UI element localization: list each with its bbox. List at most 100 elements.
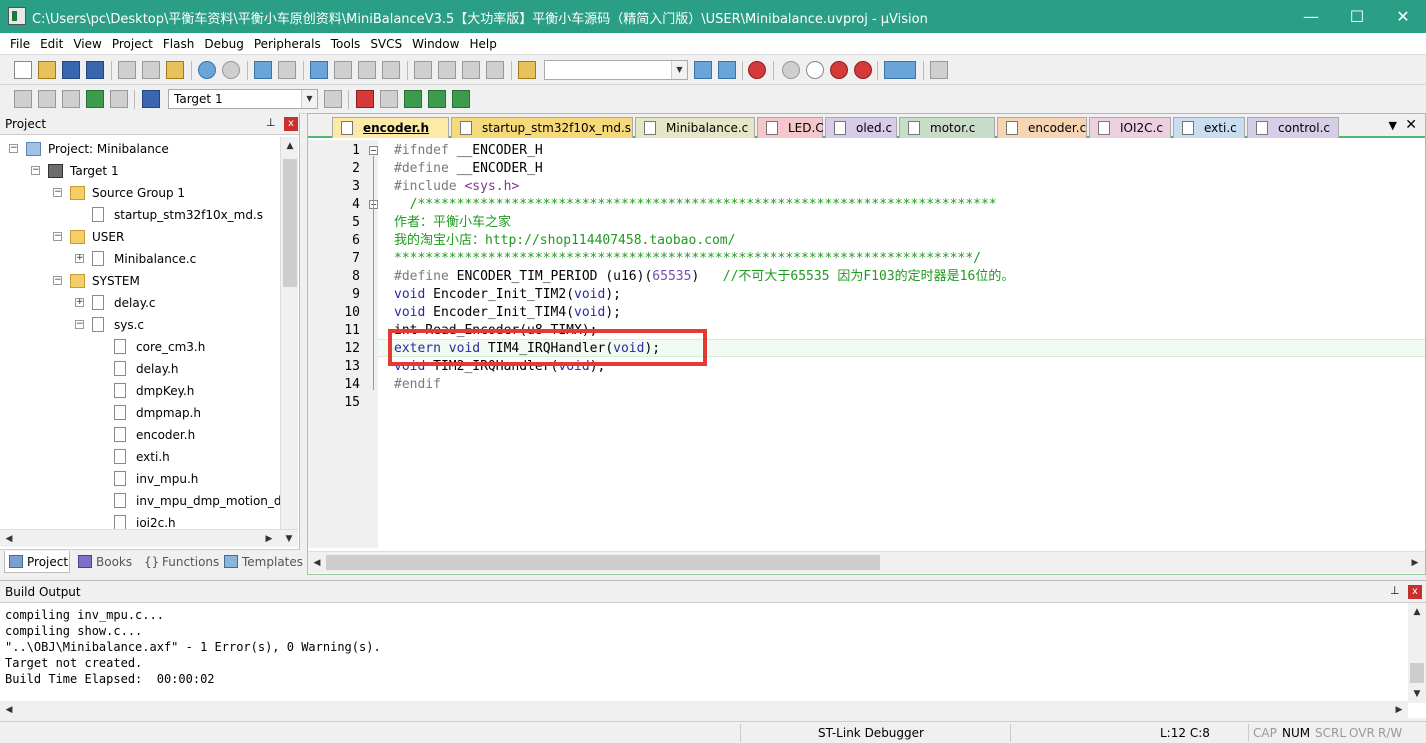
- project-tree-hscroll[interactable]: ◀ ▶ ▼: [0, 529, 298, 547]
- collapse-icon[interactable]: −: [31, 166, 40, 175]
- tab-project[interactable]: Project: [4, 551, 70, 573]
- menu-svcs[interactable]: SVCS: [365, 33, 407, 55]
- build-output-vscroll[interactable]: ▲ ▼: [1408, 603, 1426, 703]
- pin-icon[interactable]: ⊥: [266, 116, 276, 129]
- debug-session-icon[interactable]: [748, 61, 766, 79]
- undo-icon[interactable]: [198, 61, 216, 79]
- open-folder-icon[interactable]: [38, 61, 56, 79]
- scroll-up-icon[interactable]: ▲: [1408, 603, 1426, 621]
- batch-build-icon[interactable]: [86, 90, 104, 108]
- file-tab[interactable]: control.c: [1247, 117, 1339, 138]
- translate-icon[interactable]: [14, 90, 32, 108]
- file-tab[interactable]: encoder.c: [997, 117, 1087, 138]
- file-tab[interactable]: exti.c: [1173, 117, 1245, 138]
- paste-icon[interactable]: [166, 61, 184, 79]
- disable-breakpoints-icon[interactable]: [830, 61, 848, 79]
- scroll-left-icon[interactable]: ◀: [0, 701, 18, 719]
- tab-functions[interactable]: {} Functions: [140, 551, 219, 573]
- tab-books[interactable]: Books: [74, 551, 136, 573]
- expand-icon[interactable]: +: [75, 298, 84, 307]
- enable-breakpoint-icon[interactable]: [806, 61, 824, 79]
- target-options-icon[interactable]: [324, 90, 342, 108]
- manage-runtime-icon[interactable]: [428, 90, 446, 108]
- collapse-icon[interactable]: −: [53, 188, 62, 197]
- clear-bookmarks-icon[interactable]: [382, 61, 400, 79]
- menu-flash[interactable]: Flash: [158, 33, 199, 55]
- file-tab[interactable]: motor.c: [899, 117, 995, 138]
- menu-project[interactable]: Project: [107, 33, 158, 55]
- tab-templates[interactable]: Templates: [220, 551, 303, 573]
- scroll-down-icon[interactable]: ▼: [280, 530, 298, 548]
- indent-icon[interactable]: [414, 61, 432, 79]
- editor-hscroll[interactable]: ◀ ▶: [308, 551, 1425, 573]
- insert-breakpoint-icon[interactable]: [782, 61, 800, 79]
- menu-window[interactable]: Window: [407, 33, 464, 55]
- navigate-forward-icon[interactable]: [278, 61, 296, 79]
- close-tab-icon[interactable]: ✕: [1405, 117, 1417, 133]
- comment-icon[interactable]: [462, 61, 480, 79]
- new-file-icon[interactable]: [14, 61, 32, 79]
- rebuild-icon[interactable]: [62, 90, 80, 108]
- find-icon[interactable]: [694, 61, 712, 79]
- configure-wrench-icon[interactable]: [930, 61, 948, 79]
- menu-edit[interactable]: Edit: [35, 33, 68, 55]
- manage-project-items-icon[interactable]: [356, 90, 374, 108]
- build-output-text[interactable]: compiling inv_mpu.c... compiling show.c..…: [5, 607, 381, 687]
- incremental-find-icon[interactable]: [718, 61, 736, 79]
- file-tab[interactable]: LED.C: [757, 117, 824, 138]
- scroll-right-icon[interactable]: ▶: [1406, 554, 1424, 572]
- scroll-thumb[interactable]: [283, 159, 297, 287]
- target-select[interactable]: Target 1 ▼: [168, 89, 318, 109]
- menu-view[interactable]: View: [68, 33, 106, 55]
- file-tab[interactable]: Minibalance.c: [635, 117, 755, 138]
- window-layout-icon[interactable]: [884, 61, 916, 79]
- menu-tools[interactable]: Tools: [326, 33, 366, 55]
- previous-bookmark-icon[interactable]: [334, 61, 352, 79]
- file-tab[interactable]: encoder.h: [332, 117, 449, 138]
- cut-icon[interactable]: [118, 61, 136, 79]
- collapse-icon[interactable]: −: [9, 144, 18, 153]
- redo-icon[interactable]: [222, 61, 240, 79]
- scroll-thumb[interactable]: [1410, 663, 1424, 683]
- project-tree-vscroll[interactable]: ▲: [280, 137, 298, 529]
- menu-debug[interactable]: Debug: [199, 33, 248, 55]
- save-all-icon[interactable]: [86, 61, 104, 79]
- uncomment-icon[interactable]: [486, 61, 504, 79]
- close-panel-button[interactable]: x: [284, 117, 298, 131]
- find-combo[interactable]: ▼: [544, 60, 688, 80]
- scroll-left-icon[interactable]: ◀: [308, 554, 326, 572]
- stop-build-icon[interactable]: [110, 90, 128, 108]
- fold-collapse-icon[interactable]: −: [369, 146, 378, 155]
- scroll-right-icon[interactable]: ▶: [1390, 701, 1408, 719]
- close-panel-button[interactable]: x: [1408, 585, 1422, 599]
- select-packs-icon[interactable]: [404, 90, 422, 108]
- build-icon[interactable]: [38, 90, 56, 108]
- save-icon[interactable]: [62, 61, 80, 79]
- file-tab[interactable]: oled.c: [825, 117, 897, 138]
- kill-breakpoints-icon[interactable]: [854, 61, 872, 79]
- pack-installer-icon[interactable]: [452, 90, 470, 108]
- chevron-down-icon[interactable]: ▼: [301, 90, 317, 108]
- scroll-thumb[interactable]: [326, 555, 880, 570]
- bookmark-icon[interactable]: [310, 61, 328, 79]
- uvision-app-icon[interactable]: [8, 7, 26, 25]
- close-button[interactable]: ✕: [1380, 0, 1426, 33]
- minimize-button[interactable]: —: [1288, 0, 1334, 33]
- collapse-icon[interactable]: −: [53, 276, 62, 285]
- pin-icon[interactable]: ⊥: [1390, 584, 1400, 597]
- expand-icon[interactable]: +: [75, 254, 84, 263]
- menu-peripherals[interactable]: Peripherals: [249, 33, 326, 55]
- collapse-icon[interactable]: −: [75, 320, 84, 329]
- file-tab[interactable]: startup_stm32f10x_md.s: [451, 117, 633, 138]
- scroll-right-icon[interactable]: ▶: [260, 530, 278, 548]
- file-tab[interactable]: IOI2C.c: [1089, 117, 1171, 138]
- build-output-hscroll[interactable]: ◀ ▶: [0, 701, 1408, 718]
- next-bookmark-icon[interactable]: [358, 61, 376, 79]
- scroll-down-icon[interactable]: ▼: [1408, 685, 1426, 703]
- tab-list-dropdown[interactable]: ▼: [1389, 119, 1397, 132]
- scroll-up-icon[interactable]: ▲: [281, 137, 299, 155]
- menu-file[interactable]: File: [5, 33, 35, 55]
- navigate-back-icon[interactable]: [254, 61, 272, 79]
- scroll-left-icon[interactable]: ◀: [0, 530, 18, 548]
- manage-multi-project-icon[interactable]: [380, 90, 398, 108]
